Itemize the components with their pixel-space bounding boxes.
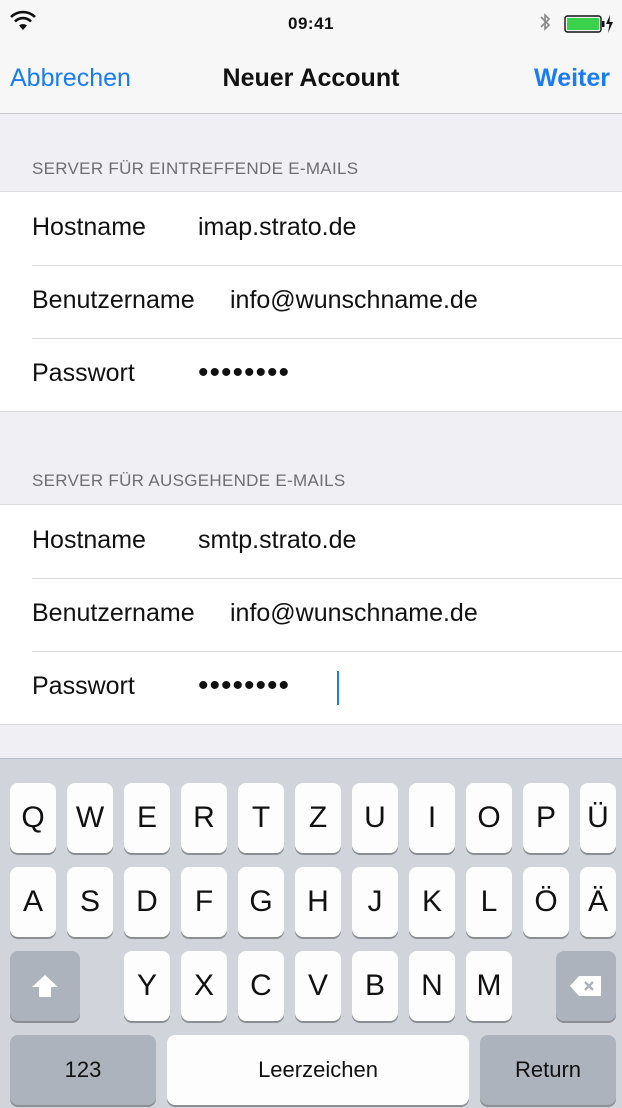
status-time: 09:41 xyxy=(288,14,334,33)
delete-key[interactable] xyxy=(556,951,616,1021)
key-d[interactable]: D xyxy=(124,867,170,937)
key-h[interactable]: H xyxy=(295,867,341,937)
outgoing-username-field[interactable]: info@wunschname.de xyxy=(230,599,478,628)
text-cursor xyxy=(337,671,339,705)
key-ae[interactable]: Ä xyxy=(580,867,616,937)
key-t[interactable]: T xyxy=(238,783,284,853)
key-q[interactable]: Q xyxy=(10,783,56,853)
bluetooth-icon xyxy=(540,13,551,31)
key-m[interactable]: M xyxy=(466,951,512,1021)
incoming-hostname-row[interactable]: Hostname imap.strato.de xyxy=(0,192,622,265)
key-n[interactable]: N xyxy=(409,951,455,1021)
key-g[interactable]: G xyxy=(238,867,284,937)
hostname-label: Hostname xyxy=(32,526,146,554)
numbers-key[interactable]: 123 xyxy=(10,1035,156,1105)
key-b[interactable]: B xyxy=(352,951,398,1021)
key-e[interactable]: E xyxy=(124,783,170,853)
incoming-password-row[interactable]: Passwort •••••••• xyxy=(0,338,622,411)
next-button[interactable]: Weiter xyxy=(534,64,610,93)
password-label: Passwort xyxy=(32,359,135,387)
incoming-hostname-field[interactable]: imap.strato.de xyxy=(198,213,356,242)
outgoing-hostname-field[interactable]: smtp.strato.de xyxy=(198,526,356,555)
page-title: Neuer Account xyxy=(222,64,400,92)
hostname-label: Hostname xyxy=(32,213,146,241)
key-v[interactable]: V xyxy=(295,951,341,1021)
status-bar: 09:41 xyxy=(0,0,622,48)
key-z[interactable]: Z xyxy=(295,783,341,853)
outgoing-username-row[interactable]: Benutzername info@wunschname.de xyxy=(0,578,622,651)
incoming-username-field[interactable]: info@wunschname.de xyxy=(230,286,478,315)
shift-key[interactable] xyxy=(10,951,80,1021)
outgoing-hostname-row[interactable]: Hostname smtp.strato.de xyxy=(0,505,622,578)
outgoing-section-header: SERVER FÜR AUSGEHENDE E-MAILS xyxy=(32,471,346,490)
battery-charging-icon xyxy=(564,15,613,33)
key-w[interactable]: W xyxy=(67,783,113,853)
key-l[interactable]: L xyxy=(466,867,512,937)
incoming-server-group: Hostname imap.strato.de Benutzername inf… xyxy=(0,191,622,412)
space-key[interactable]: Leerzeichen xyxy=(167,1035,469,1105)
incoming-password-field[interactable]: •••••••• xyxy=(198,356,290,390)
key-oe[interactable]: Ö xyxy=(523,867,569,937)
key-o[interactable]: O xyxy=(466,783,512,853)
key-p[interactable]: P xyxy=(523,783,569,853)
key-f[interactable]: F xyxy=(181,867,227,937)
key-u[interactable]: U xyxy=(352,783,398,853)
username-label: Benutzername xyxy=(32,286,195,314)
key-y[interactable]: Y xyxy=(124,951,170,1021)
key-ue[interactable]: Ü xyxy=(580,783,616,853)
delete-icon xyxy=(570,976,601,996)
shift-icon xyxy=(32,975,58,997)
key-i[interactable]: I xyxy=(409,783,455,853)
return-key[interactable]: Return xyxy=(480,1035,616,1105)
key-k[interactable]: K xyxy=(409,867,455,937)
key-x[interactable]: X xyxy=(181,951,227,1021)
incoming-username-row[interactable]: Benutzername info@wunschname.de xyxy=(0,265,622,338)
key-s[interactable]: S xyxy=(67,867,113,937)
key-c[interactable]: C xyxy=(238,951,284,1021)
username-label: Benutzername xyxy=(32,599,195,627)
outgoing-password-field[interactable]: •••••••• xyxy=(198,669,290,703)
outgoing-server-group: Hostname smtp.strato.de Benutzername inf… xyxy=(0,504,622,725)
keyboard: Q W E R T Z U I O P Ü A S D F G H J K L … xyxy=(0,758,622,1108)
outgoing-password-row[interactable]: Passwort •••••••• xyxy=(0,651,622,724)
incoming-section-header: SERVER FÜR EINTREFFENDE E-MAILS xyxy=(32,159,359,178)
key-r[interactable]: R xyxy=(181,783,227,853)
key-a[interactable]: A xyxy=(10,867,56,937)
key-j[interactable]: J xyxy=(352,867,398,937)
password-label: Passwort xyxy=(32,672,135,700)
navigation-bar: Abbrechen Neuer Account Weiter xyxy=(0,48,622,114)
